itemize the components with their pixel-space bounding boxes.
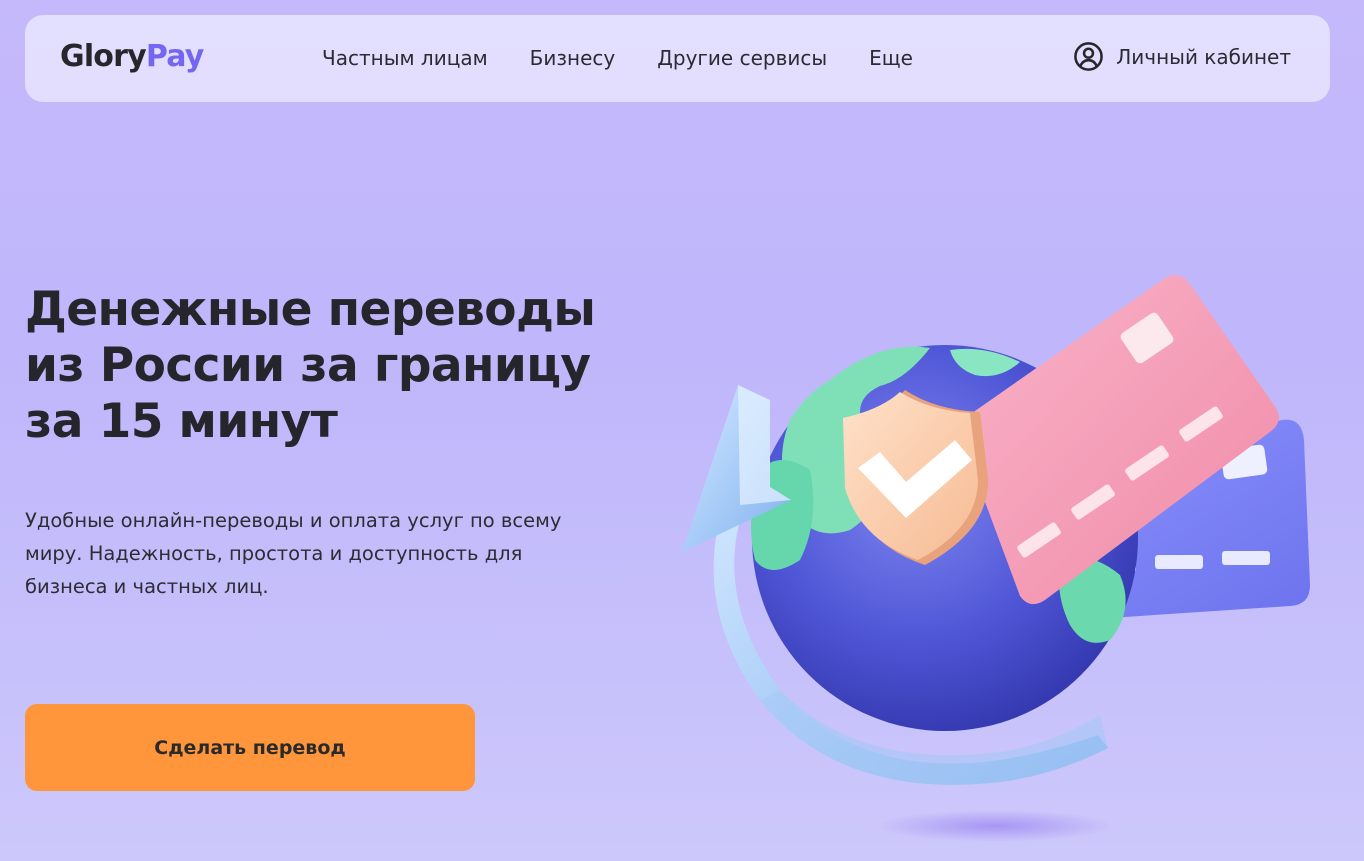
hero-title-line-3: за 15 минут: [25, 394, 338, 449]
ground-shadow: [875, 810, 1115, 842]
hero-subtitle: Удобные онлайн-переводы и оплата услуг п…: [25, 504, 635, 603]
account-link[interactable]: Личный кабинет: [1073, 41, 1291, 72]
hero-illustration: [682, 275, 1310, 842]
main-nav: Частным лицам Бизнесу Другие сервисы Еще: [322, 45, 913, 71]
user-circle-icon: [1074, 42, 1104, 71]
make-transfer-button[interactable]: Сделать перевод: [25, 704, 475, 791]
nav-item-business[interactable]: Бизнесу: [530, 45, 616, 71]
top-navbar: GloryPay Частным лицам Бизнесу Другие се…: [25, 15, 1330, 102]
nav-item-individuals[interactable]: Частным лицам: [322, 45, 488, 71]
logo[interactable]: GloryPay: [60, 37, 204, 77]
hero-subtitle-line-3: бизнеса и частных лиц.: [25, 575, 269, 598]
hero-title: Денежные переводы из России за границу з…: [25, 282, 665, 450]
logo-text-pay: Pay: [145, 39, 204, 74]
account-label: Личный кабинет: [1116, 44, 1291, 69]
logo-text-glory: Glory: [60, 39, 147, 74]
nav-item-other-services[interactable]: Другие сервисы: [657, 45, 827, 71]
nav-item-more[interactable]: Еще: [869, 45, 913, 71]
hero-title-line-1: Денежные переводы: [25, 282, 596, 337]
hero-subtitle-line-1: Удобные онлайн-переводы и оплата услуг п…: [25, 509, 562, 532]
hero-subtitle-line-2: миру. Надежность, простота и доступность…: [25, 542, 523, 565]
hero-title-line-2: из России за границу: [25, 338, 591, 393]
